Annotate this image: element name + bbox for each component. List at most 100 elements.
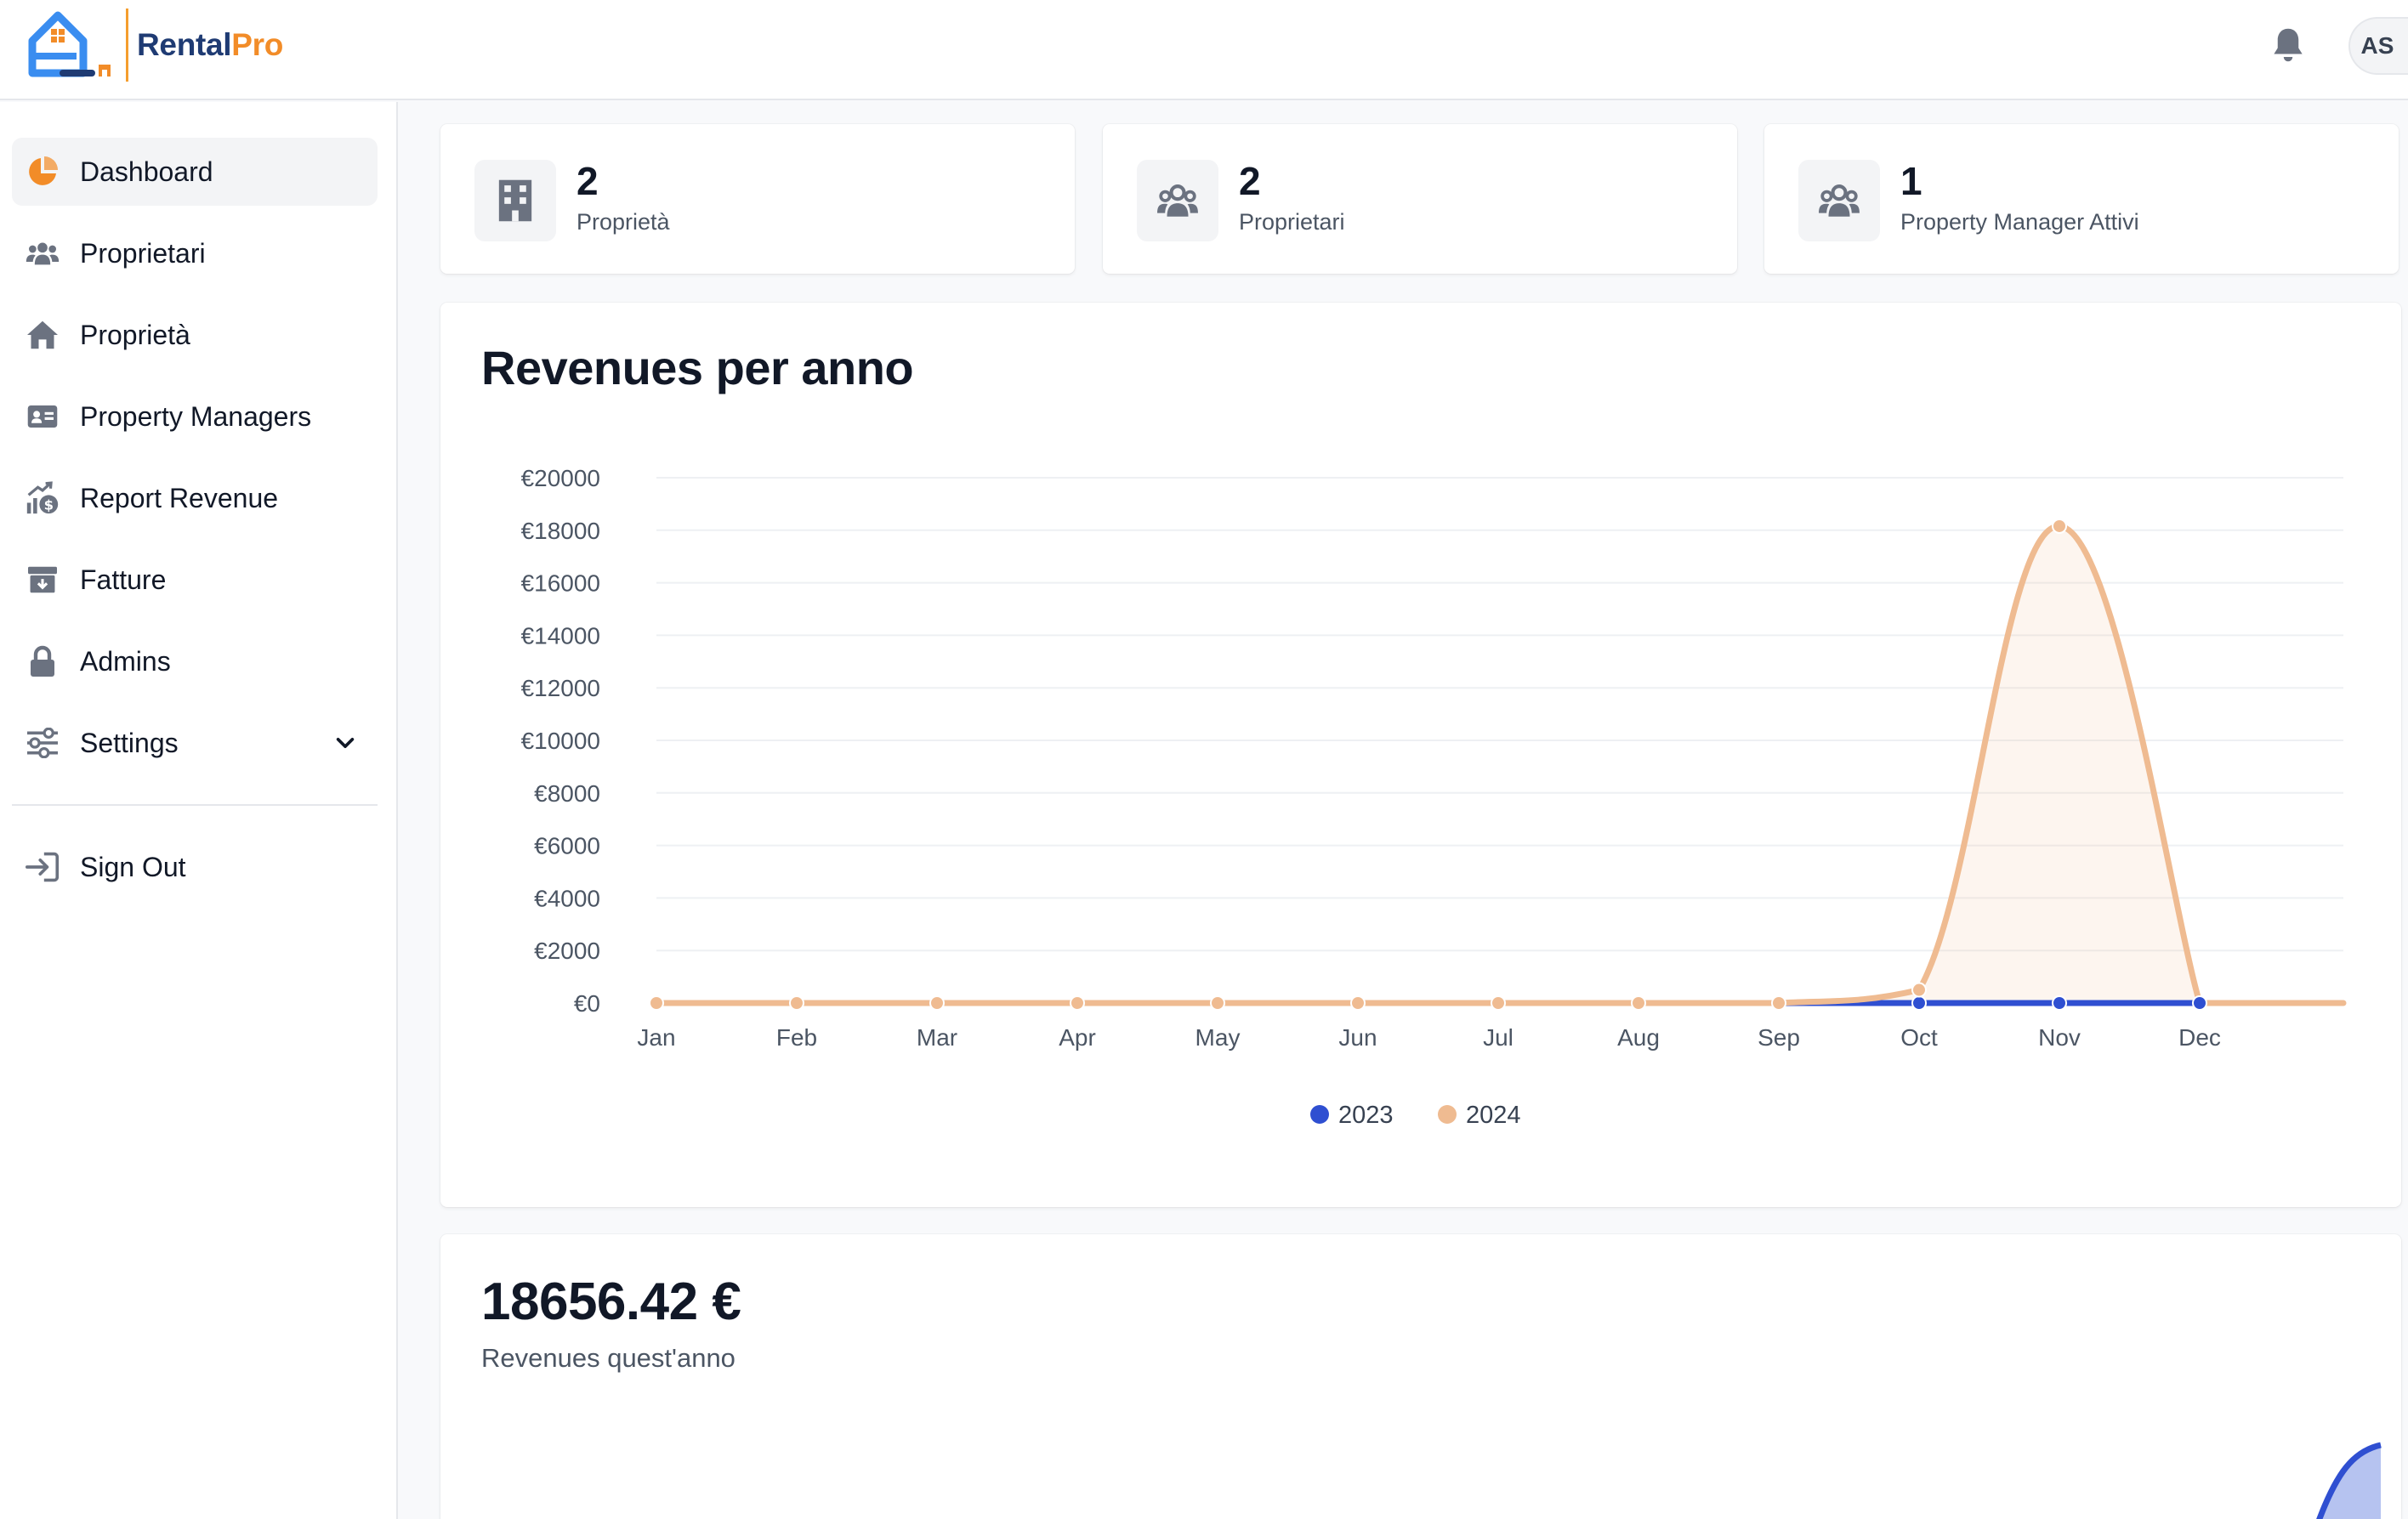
y-tick-label: €2000	[534, 938, 600, 964]
archive-icon	[26, 563, 60, 597]
sidebar-item-label: Property Managers	[80, 400, 312, 432]
sliders-icon	[26, 726, 60, 760]
user-avatar[interactable]: AS	[2348, 17, 2408, 75]
x-tick-label: Mar	[917, 1024, 957, 1051]
y-tick-label: €10000	[521, 728, 600, 754]
sidebar-item-label: Dashboard	[80, 156, 213, 187]
y-tick-label: €14000	[521, 622, 600, 649]
y-tick-label: €16000	[521, 570, 600, 597]
stat-label: Proprietà	[576, 209, 670, 235]
chevron-down-icon[interactable]	[333, 731, 357, 755]
series-2024-point	[1210, 995, 1225, 1011]
pie-chart-icon	[26, 155, 60, 189]
series-2024-point	[1350, 995, 1366, 1011]
series-2024-point	[789, 995, 804, 1011]
home-icon	[26, 318, 60, 352]
y-tick-label: €0	[574, 990, 600, 1017]
series-2024-point	[1631, 995, 1646, 1011]
sidebar-item-label: Report Revenue	[80, 482, 279, 513]
series-2023-point	[1911, 995, 1927, 1011]
sidebar-item-fatture[interactable]: Fatture	[12, 546, 378, 614]
sidebar-item-settings[interactable]: Settings	[12, 709, 378, 777]
series-2024-point	[1771, 995, 1786, 1011]
logo-separator	[126, 9, 128, 82]
users-icon	[1137, 160, 1218, 241]
x-tick-label: Jul	[1483, 1024, 1514, 1051]
sparkline-chart	[2316, 1442, 2382, 1519]
sidebar-item-property-managers[interactable]: Property Managers	[12, 383, 378, 451]
sidebar-item-label: Proprietari	[80, 237, 206, 269]
sidebar-divider	[12, 804, 378, 806]
y-tick-label: €6000	[534, 833, 600, 859]
revenue-label: Revenues quest'anno	[481, 1343, 735, 1373]
series-2023-point	[2052, 995, 2067, 1011]
stat-value: 1	[1900, 159, 1922, 203]
x-tick-label: Jan	[637, 1024, 675, 1051]
legend-marker-2023	[1310, 1105, 1329, 1124]
sign-in-icon	[26, 850, 60, 884]
revenue-value: 18656.42 €	[481, 1272, 741, 1331]
series-2023-point	[2192, 995, 2207, 1011]
sidebar-item-label: Proprietà	[80, 319, 190, 350]
app-name-part2: Pro	[231, 27, 284, 62]
x-tick-label: Oct	[1900, 1024, 1938, 1051]
stat-card-proprietari: 2 Proprietari	[1103, 124, 1737, 274]
legend-label-2024: 2024	[1466, 1102, 1521, 1129]
y-tick-label: €4000	[534, 885, 600, 911]
x-tick-label: Feb	[776, 1024, 817, 1051]
x-tick-label: May	[1195, 1024, 1241, 1051]
stat-label: Proprietari	[1239, 209, 1345, 235]
stat-label: Property Manager Attivi	[1900, 209, 2139, 235]
app-name-part1: Rental	[137, 27, 232, 62]
sidebar-item-label: Fatture	[80, 564, 167, 595]
legend-marker-2024	[1438, 1105, 1457, 1124]
y-tick-label: €18000	[521, 518, 600, 544]
x-tick-label: Sep	[1758, 1024, 1800, 1051]
series-2024-point	[929, 995, 945, 1011]
chart-money-icon: $	[26, 481, 60, 515]
sidebar-item-proprieta[interactable]: Proprietà	[12, 301, 378, 369]
x-tick-label: Nov	[2038, 1024, 2081, 1051]
sidebar-item-dashboard[interactable]: Dashboard	[12, 138, 378, 206]
y-tick-label: €20000	[521, 465, 600, 491]
revenue-chart: €0 €2000 €4000 €6000 €8000 €10000 €12000 €14000…	[521, 465, 2347, 1129]
notification-bell-icon[interactable]	[2270, 26, 2306, 65]
house-logo-icon	[28, 11, 111, 77]
sign-out-button[interactable]: Sign Out	[12, 833, 378, 901]
series-2024-point	[1070, 995, 1085, 1011]
series-2024-point	[2052, 518, 2067, 534]
lock-icon	[26, 644, 60, 678]
id-card-icon	[26, 400, 60, 434]
series-2024-point	[1911, 982, 1927, 998]
svg-text:$: $	[44, 496, 54, 513]
sidebar-item-admins[interactable]: Admins	[12, 627, 378, 695]
y-tick-label: €8000	[534, 780, 600, 807]
legend-label-2023: 2023	[1338, 1102, 1394, 1129]
x-tick-label: Apr	[1059, 1024, 1096, 1051]
sidebar-item-label: Settings	[80, 727, 179, 758]
series-2024-area	[656, 525, 2343, 1003]
building-icon	[474, 160, 556, 241]
stat-value: 2	[1239, 159, 1261, 203]
x-tick-label: Jun	[1338, 1024, 1377, 1051]
sign-out-label: Sign Out	[80, 851, 186, 882]
sidebar-item-proprietari[interactable]: Proprietari	[12, 219, 378, 287]
users-icon	[1798, 160, 1880, 241]
y-tick-label: €12000	[521, 675, 600, 701]
revenue-summary-card: 18656.42 € Revenues quest'anno	[440, 1234, 2401, 1519]
sidebar-item-label: Admins	[80, 645, 171, 677]
series-2024-point	[649, 995, 664, 1011]
app-logo[interactable]: RentalPro	[26, 7, 283, 83]
stat-value: 2	[576, 159, 599, 203]
sidebar-item-report-revenue[interactable]: $ Report Revenue	[12, 464, 378, 532]
sidebar: Dashboard Proprietari Proprietà Property…	[0, 102, 398, 1519]
top-bar: RentalPro AS	[0, 0, 2408, 100]
users-icon	[26, 236, 60, 270]
x-tick-label: Aug	[1617, 1024, 1660, 1051]
app-name: RentalPro	[137, 27, 283, 63]
x-tick-label: Dec	[2178, 1024, 2221, 1051]
stat-card-property-managers: 1 Property Manager Attivi	[1764, 124, 2399, 274]
stat-card-proprieta: 2 Proprietà	[440, 124, 1075, 274]
series-2024-point	[1491, 995, 1506, 1011]
revenue-chart-card: Revenues per anno €0 €2000 €4000 €6000 €8000…	[440, 303, 2401, 1207]
